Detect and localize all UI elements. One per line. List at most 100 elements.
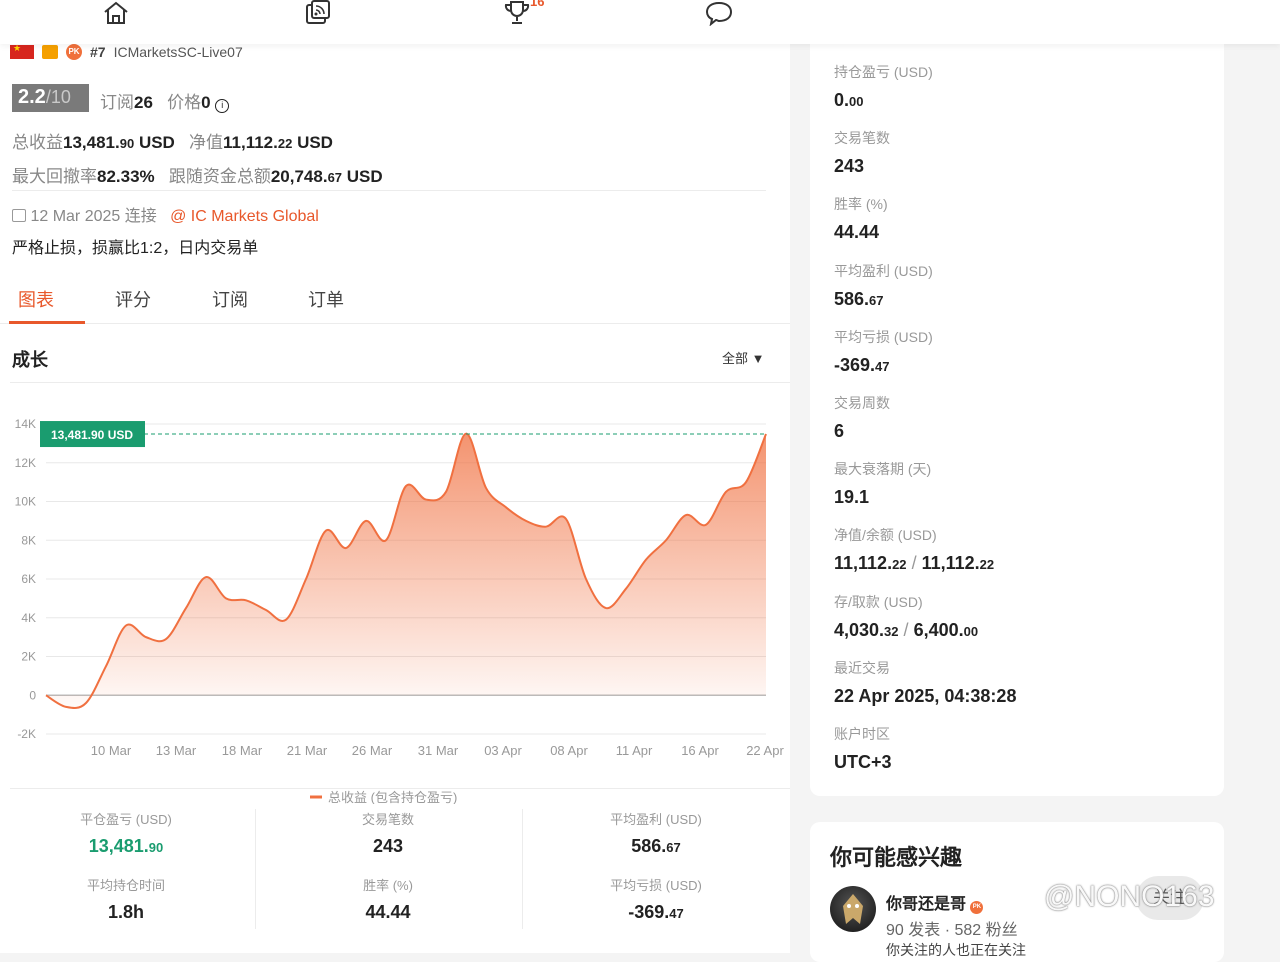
feed-icon[interactable] <box>304 0 334 28</box>
y-tick-label: 0 <box>29 688 36 702</box>
account-stat-value: 243 <box>834 156 865 177</box>
series-area <box>46 433 766 709</box>
account-stat: 最近交易 22 Apr 2025, 04:38:28 <box>834 658 1016 707</box>
y-tick-label: 12K <box>15 456 36 470</box>
user-name[interactable]: 你哥还是哥 PK <box>886 890 984 914</box>
x-tick-label: 18 Mar <box>222 743 263 758</box>
strategy-description: 严格止损，损赢比1:2，日内交易单 <box>12 240 259 257</box>
account-stat-value: UTC+3 <box>834 752 892 772</box>
profit-equity-row: 总收益13,481.90 USD 净值11,112.22 USD <box>12 133 333 152</box>
divider <box>12 190 766 191</box>
account-stat: 交易周数 6 <box>834 393 890 442</box>
account-stat: 平均亏损 (USD) -369.47 <box>834 327 933 376</box>
account-stat: 最大衰落期 (天) 19.1 <box>834 459 931 508</box>
account-stat-label: 净值/余额 (USD) <box>834 527 937 544</box>
account-stat-value: 19.1 <box>834 487 870 508</box>
y-tick-label: 6K <box>21 572 36 586</box>
home-icon[interactable] <box>102 0 132 28</box>
trophy-icon[interactable] <box>503 0 533 28</box>
account-stat-value: 0.00 <box>834 90 864 110</box>
summary-stats: 平仓盈亏 (USD) 13,481.90 平均持仓时间 1.8h 交易笔数 24… <box>10 788 790 953</box>
trader-panel: PK #7 ICMarketsSC-Live07 2.2/10 订阅26 价格0… <box>0 43 790 953</box>
y-tick-label: 8K <box>21 533 36 547</box>
tab-orders[interactable]: 订单 <box>308 286 344 312</box>
user-note: 你关注的人也正在关注 <box>886 942 1026 958</box>
suggestions-title: 你可能感兴趣 <box>830 845 963 870</box>
account-stat-label: 持仓盈亏 (USD) <box>834 64 933 80</box>
divider <box>255 809 256 929</box>
divider <box>522 809 523 929</box>
account-stat: 交易笔数 243 <box>834 128 890 177</box>
x-tick-label: 08 Apr <box>550 743 588 758</box>
rank: #7 <box>90 44 106 60</box>
account-name: ICMarketsSC-Live07 <box>113 44 243 60</box>
account-stat-label: 存/取款 (USD) <box>834 593 923 610</box>
account-stat-value: 6 <box>834 421 845 441</box>
growth-chart-svg: 14K 12K 10K 8K 6K 4K 2K 0 -2K 13,481.90 USD 10 M… <box>15 417 785 805</box>
pk-icon: PK <box>66 44 82 60</box>
account-stat-value: -369.47 <box>834 354 890 375</box>
account-stat-label: 胜率 (%) <box>834 196 888 213</box>
account-stat-label: 最近交易 <box>834 659 890 676</box>
account-stat: 存/取款 (USD) 4,030.32 / 6,400.00 <box>834 592 978 641</box>
x-tick-label: 13 Mar <box>156 743 197 758</box>
account-stat: 胜率 (%) 44.44 <box>834 194 888 243</box>
x-tick-label: 16 Apr <box>681 743 719 758</box>
tab-subscribe[interactable]: 订阅 <box>212 286 248 312</box>
x-tick-label: 10 Mar <box>91 743 132 758</box>
account-stat-label: 平均亏损 (USD) <box>834 328 933 345</box>
account-stat-label: 平均盈利 (USD) <box>834 262 933 279</box>
account-stat-label: 最大衰落期 (天) <box>834 461 932 478</box>
account-stat: 净值/余额 (USD) 11,112.22 / 11,112.22 <box>834 525 994 574</box>
chat-icon[interactable] <box>705 0 735 28</box>
account-stat-label: 账户时区 <box>834 726 890 742</box>
y-tick-label: 2K <box>21 650 36 664</box>
summary-col-3: 平均盈利 (USD) 586.67 平均亏损 (USD) -369.47 <box>610 812 702 922</box>
y-tick-label: 14K <box>15 417 36 431</box>
account-stat-value: 586.67 <box>834 288 884 309</box>
watermark: @NONO163 <box>1044 880 1215 913</box>
range-dropdown[interactable]: 全部 ▼ <box>722 348 765 367</box>
account-stats-panel: 持仓盈亏 (USD) 0.00 交易笔数 243 胜率 (%) 44.44 平均盈利 (US… <box>810 44 1224 796</box>
account-stat: 持仓盈亏 (USD) 0.00 <box>834 62 933 111</box>
drawdown-row: 最大回撤率82.33% 跟随资金总额20,748.67 USD <box>12 167 383 186</box>
account-stat-value: 22 Apr 2025, 04:38:28 <box>834 685 1017 706</box>
x-tick-label: 22 Apr <box>746 743 784 758</box>
y-tick-label: 4K <box>21 611 36 625</box>
calendar-icon <box>12 209 26 222</box>
broker-link[interactable]: @ IC Markets Global <box>170 208 319 225</box>
y-tick-label: -2K <box>17 727 36 741</box>
current-value-label: 13,481.90 USD <box>51 428 133 442</box>
account-stat-label: 交易笔数 <box>834 130 890 147</box>
account-stat-value: 44.44 <box>834 222 880 243</box>
trader-header-row: PK #7 ICMarketsSC-Live07 <box>10 43 243 60</box>
pk-icon: PK <box>970 901 984 914</box>
x-tick-label: 31 Mar <box>418 743 459 758</box>
tab-rating[interactable]: 评分 <box>115 286 151 312</box>
badge-icon <box>42 45 58 59</box>
subscribe-price-row: 订阅26 价格0 i <box>100 88 230 113</box>
x-tick-label: 21 Mar <box>287 743 328 758</box>
top-navigation: 16 <box>0 0 1280 44</box>
info-icon[interactable]: i <box>215 99 230 113</box>
tab-bar: 图表 评分 订阅 订单 <box>0 282 790 324</box>
x-tick-label: 11 Apr <box>616 743 653 758</box>
avatar[interactable] <box>830 886 876 932</box>
x-tick-label: 03 Apr <box>484 743 522 758</box>
growth-title: 成长 <box>12 350 48 370</box>
x-tick-label: 26 Mar <box>352 743 393 758</box>
summary-col-1: 平仓盈亏 (USD) 13,481.90 平均持仓时间 1.8h <box>80 812 172 922</box>
account-stat: 账户时区 UTC+3 <box>834 724 892 773</box>
account-stat-value: 11,112.22 / 11,112.22 <box>834 553 995 574</box>
user-stats: 90 发表 · 582 粉丝 <box>886 922 1018 939</box>
connect-row: 12 Mar 2025 连接 @ IC Markets Global <box>12 202 319 226</box>
account-stat-label: 交易周数 <box>834 395 890 411</box>
trophy-badge: 16 <box>530 0 545 9</box>
tab-underline <box>9 321 85 324</box>
china-flag-icon <box>10 43 34 59</box>
tab-chart[interactable]: 图表 <box>18 286 54 312</box>
caret-down-icon: ▼ <box>751 351 765 366</box>
account-stat-value: 4,030.32 / 6,400.00 <box>834 619 979 640</box>
score-badge: 2.2/10 <box>12 84 89 112</box>
growth-chart: 14K 12K 10K 8K 6K 4K 2K 0 -2K 13,481.90 USD 10 M… <box>0 384 790 805</box>
